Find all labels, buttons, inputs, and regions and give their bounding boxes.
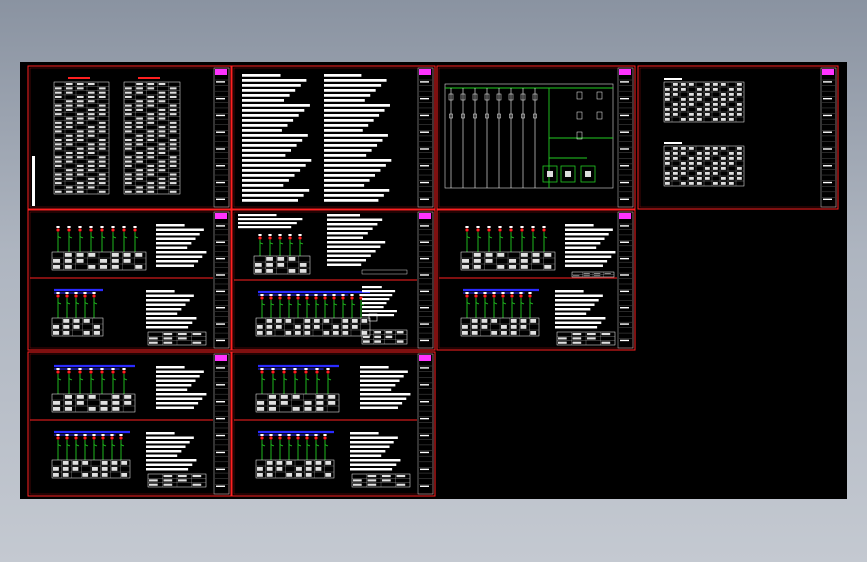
sheet-design-notes [231, 65, 436, 210]
sheet-distribution-1 [27, 209, 232, 351]
sheet-distribution-4 [27, 351, 232, 497]
sheet-material-tables [27, 65, 232, 210]
drawing-canvas[interactable] [20, 62, 847, 499]
sheet-schedule-tables [637, 65, 839, 210]
sheet-distribution-5 [231, 351, 436, 497]
sheet-system-diagram [436, 65, 636, 210]
cad-drawing [27, 65, 839, 497]
sheet-distribution-2 [231, 209, 436, 351]
sheet-distribution-3 [436, 209, 636, 351]
